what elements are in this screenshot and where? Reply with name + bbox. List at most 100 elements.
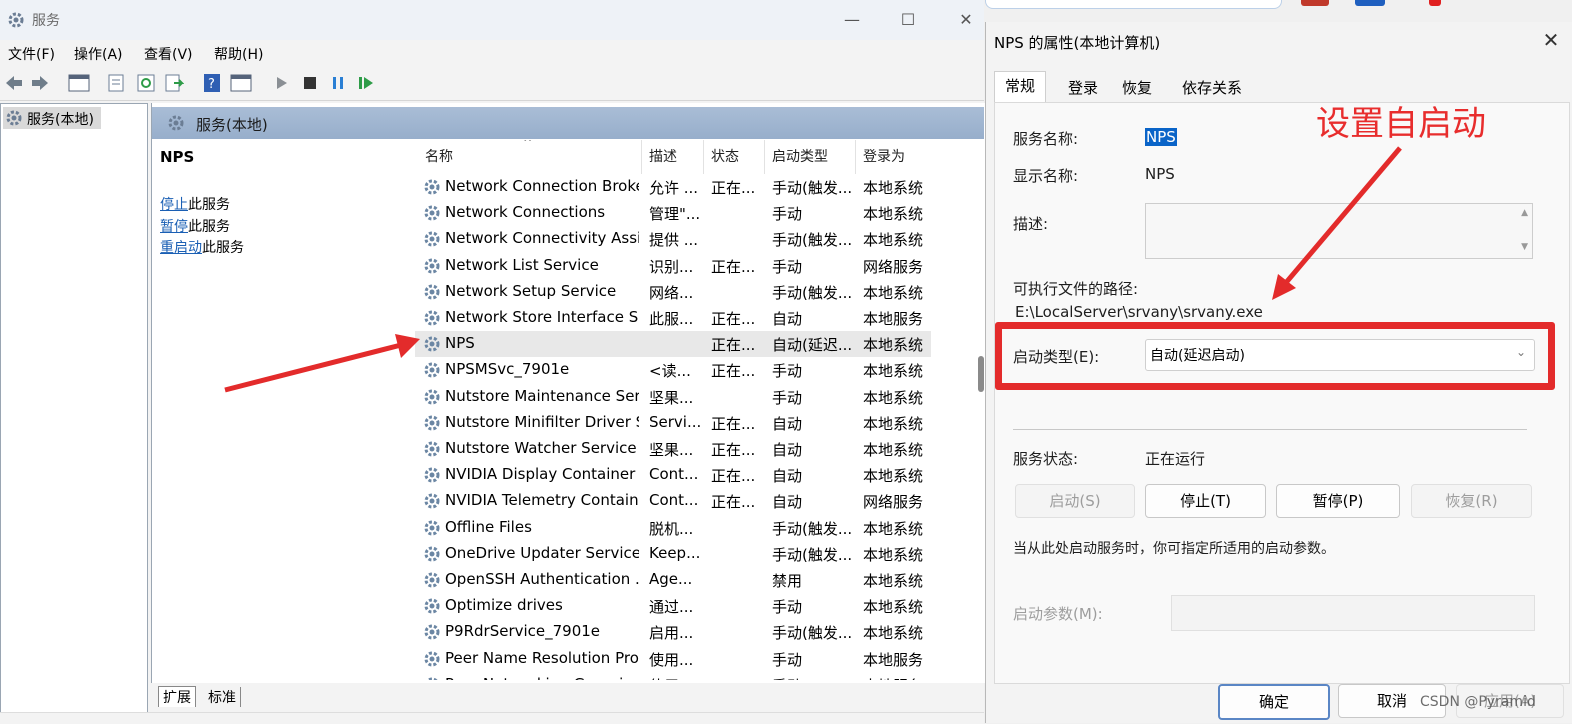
start-params-input[interactable] (1171, 595, 1535, 631)
ok-button[interactable]: 确定 (1218, 684, 1330, 720)
gear-icon (424, 467, 440, 483)
play-icon[interactable] (272, 73, 292, 93)
table-row[interactable]: NVIDIA Display Container LS Cont... 正在... 自… (415, 462, 931, 488)
tree-item-label: 服务(本地) (27, 112, 94, 128)
restart-icon[interactable] (356, 73, 376, 93)
tab-standard[interactable]: 标准 (204, 687, 241, 707)
column-divider[interactable] (703, 140, 704, 174)
start-button[interactable]: 启动(S) (1015, 484, 1135, 518)
tab-general[interactable]: 常规 (994, 71, 1047, 104)
service-description: 坚果... (649, 388, 694, 407)
scrollbar-thumb[interactable] (978, 356, 984, 392)
stop-icon[interactable] (300, 73, 320, 93)
column-name[interactable]: 名称 (425, 146, 453, 166)
stop-service-link[interactable]: 停止 (160, 197, 188, 213)
service-logon-as: 本地系统 (863, 598, 924, 617)
table-row[interactable]: Network Store Interface Se... 此服... 正在... 自… (415, 305, 931, 331)
dialog-close-button[interactable]: ✕ (1538, 28, 1564, 52)
resume-button[interactable]: 恢复(R) (1411, 484, 1532, 518)
service-name: Network Connection Broker (445, 177, 639, 195)
table-row[interactable]: NPS 正在... 自动(延迟... 本地系统 (415, 331, 931, 358)
column-logon-as[interactable]: 登录为 (863, 146, 905, 166)
service-startup-type: 手动(触发... (772, 283, 853, 302)
stop-button[interactable]: 停止(T) (1145, 484, 1266, 518)
service-name: OneDrive Updater Service (445, 543, 639, 562)
pause-service-link[interactable]: 暂停 (160, 219, 188, 235)
service-name-value[interactable]: NPS (1145, 128, 1177, 146)
restart-service-link[interactable]: 重启动 (160, 240, 202, 256)
table-row[interactable]: Network List Service 识别... 正在... 手动 网络服务 (415, 253, 931, 279)
service-name-label: 服务名称: (1013, 130, 1079, 148)
tab-logon[interactable]: 登录 (1058, 74, 1108, 102)
service-description: Servi... (649, 412, 702, 431)
help-icon[interactable]: ? (202, 73, 222, 93)
service-startup-type: 手动 (772, 650, 803, 669)
menu-help[interactable]: 帮助(H) (214, 44, 263, 64)
menu-file[interactable]: 文件(F) (8, 44, 55, 64)
service-status: 正在... (711, 493, 756, 512)
back-arrow-icon[interactable] (4, 73, 24, 93)
service-logon-as: 本地系统 (863, 441, 924, 459)
menu-action[interactable]: 操作(A) (74, 44, 123, 64)
service-name: Network Connectivity Assis... (445, 229, 639, 248)
table-row[interactable]: NVIDIA Telemetry Container Cont... 正在... 自动… (415, 488, 931, 514)
column-startup-type[interactable]: 启动类型 (772, 146, 828, 166)
service-logon-as: 本地系统 (863, 362, 924, 381)
table-row[interactable]: OneDrive Updater Service Keep... 手动(触发... 本… (415, 541, 931, 567)
scroll-up-icon[interactable]: ▲ (1521, 208, 1528, 218)
column-status[interactable]: 状态 (711, 146, 739, 166)
table-row[interactable]: Nutstore Minifilter Driver S... Servi... 正… (415, 410, 931, 436)
column-divider[interactable] (764, 140, 765, 174)
path-value[interactable]: E:\LocalServer\srvany\srvany.exe (1015, 303, 1263, 321)
table-row[interactable]: Nutstore Watcher Service 坚果... 正在... 自动 本地系统 (415, 436, 931, 462)
scroll-down-icon[interactable]: ▼ (1521, 242, 1528, 252)
table-row[interactable]: NPSMSvc_7901e <读... 正在... 手动 本地系统 (415, 357, 931, 383)
tab-recovery[interactable]: 恢复 (1112, 74, 1162, 102)
pause-button[interactable]: 暂停(P) (1276, 484, 1400, 518)
service-startup-type: 手动 (772, 362, 803, 381)
window-title: 服务 (32, 13, 60, 29)
service-description: 脱机... (649, 519, 694, 538)
service-status-label: 服务状态: (1013, 450, 1079, 468)
tab-extended[interactable]: 扩展 (158, 686, 196, 707)
table-row[interactable]: Network Connectivity Assis... 提供 ... 手动(触发… (415, 226, 931, 252)
service-startup-type: 手动 (772, 598, 803, 617)
maximize-button[interactable]: ☐ (896, 8, 920, 32)
table-row[interactable]: Network Connections 管理"... 手动 本地系统 (415, 200, 931, 226)
tree-item-services-local[interactable]: 服务(本地) (3, 107, 101, 129)
forward-arrow-icon[interactable] (30, 73, 50, 93)
service-description: Age... (649, 570, 693, 588)
table-row[interactable]: Peer Networking Grouping 使用... 手动 本地服务 (415, 672, 931, 680)
table-row[interactable]: Peer Name Resolution Pro... 使用... 手动 本地服务 (415, 646, 931, 672)
table-row[interactable]: Network Connection Broker 允许 ... 正在... 手动(触… (415, 174, 931, 200)
console-tree-icon[interactable] (68, 73, 92, 93)
action-text: 此服务 (202, 240, 244, 256)
table-row[interactable]: Nutstore Maintenance Ser... 坚果... 手动 本地系统 (415, 384, 931, 410)
service-name: Network List Service (445, 255, 599, 274)
table-row[interactable]: Optimize drives 通过... 手动 本地系统 (415, 593, 931, 619)
table-row[interactable]: Network Setup Service 网络... 手动(触发... 本地系统 (415, 279, 931, 305)
table-row[interactable]: OpenSSH Authentication ... Age... 禁用 本地系统 (415, 567, 931, 593)
service-logon-as: 网络服务 (863, 493, 924, 512)
service-name: P9RdrService_7901e (445, 622, 601, 641)
export-icon[interactable] (164, 73, 184, 93)
background-search-box (985, 0, 1282, 9)
menu-view[interactable]: 查看(V) (144, 44, 193, 64)
column-divider[interactable] (641, 140, 642, 174)
tab-dependencies[interactable]: 依存关系 (1172, 74, 1252, 102)
column-divider[interactable] (855, 140, 856, 174)
pause-icon[interactable] (328, 73, 348, 93)
table-row[interactable]: P9RdrService_7901e 启用... 手动(触发... 本地系统 (415, 619, 931, 645)
gear-icon (424, 546, 440, 562)
service-description: 允许 ... (649, 179, 699, 197)
refresh-icon[interactable] (136, 73, 156, 93)
display-name-value[interactable]: NPS (1145, 165, 1175, 183)
service-name: Optimize drives (445, 596, 563, 615)
minimize-button[interactable]: — (840, 8, 864, 32)
action-restart: 重启动此服务 (160, 237, 244, 257)
table-row[interactable]: Offline Files 脱机... 手动(触发... 本地系统 (415, 515, 931, 541)
properties-icon[interactable] (106, 73, 126, 93)
column-description[interactable]: 描述 (649, 146, 677, 166)
close-button[interactable]: ✕ (954, 8, 978, 32)
view-icon[interactable] (230, 73, 254, 93)
